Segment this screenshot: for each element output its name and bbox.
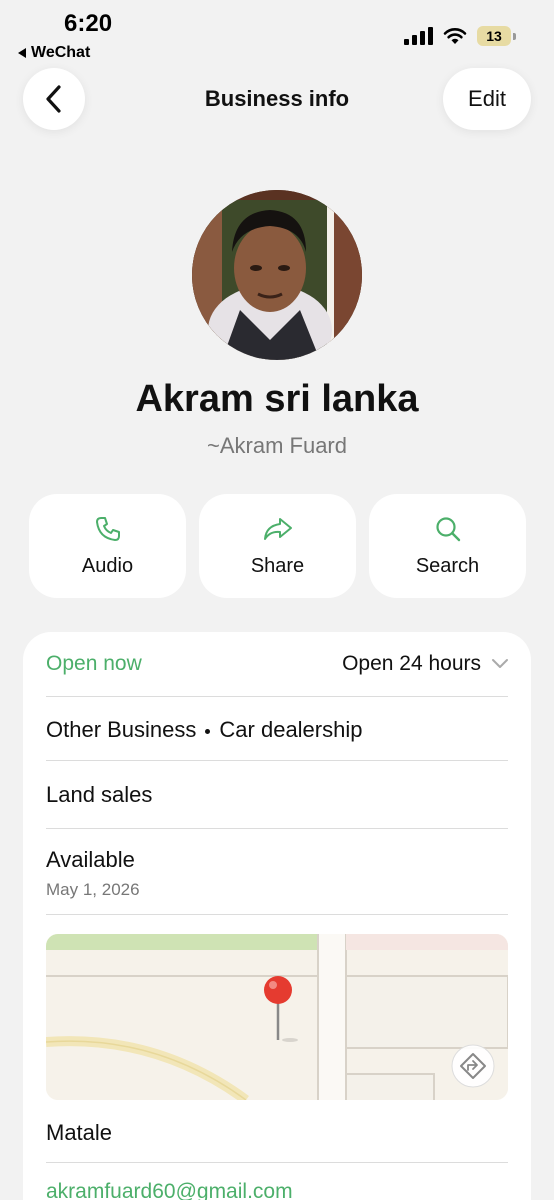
back-triangle-icon — [18, 48, 26, 58]
share-label: Share — [250, 554, 305, 577]
chevron-down-icon — [492, 659, 508, 668]
business-description: Land sales — [46, 782, 153, 807]
profile-nickname: ~Akram Fuard — [207, 433, 347, 458]
status-icons: 13 — [404, 26, 516, 46]
divider — [46, 760, 508, 761]
hours-label: Open 24 hours — [342, 652, 481, 675]
separator-dot-icon — [205, 728, 211, 734]
search-icon — [435, 516, 460, 541]
map-graphic — [46, 934, 508, 1100]
availability-date: May 1, 2026 — [46, 880, 140, 899]
battery-icon: 13 — [477, 26, 516, 46]
profile-photo — [192, 190, 362, 360]
audio-button[interactable]: Audio — [29, 494, 186, 598]
battery-level: 13 — [486, 28, 502, 44]
wifi-icon — [443, 28, 467, 44]
divider — [46, 828, 508, 829]
back-to-app-link[interactable]: WeChat — [18, 44, 90, 62]
category-secondary: Car dealership — [219, 717, 363, 742]
audio-label: Audio — [81, 554, 134, 577]
location-text: Matale — [46, 1120, 113, 1145]
open-status: Open now — [46, 652, 142, 675]
back-app-label: WeChat — [31, 44, 91, 61]
divider — [46, 1162, 508, 1163]
profile-name: Akram sri lanka — [135, 378, 419, 420]
divider — [46, 696, 508, 697]
cellular-signal-icon — [404, 27, 433, 45]
business-category: Other Business Car dealership — [46, 717, 362, 743]
location-map[interactable] — [46, 934, 508, 1100]
search-label: Search — [415, 554, 480, 577]
edit-button[interactable]: Edit — [443, 68, 531, 130]
divider — [46, 914, 508, 915]
share-arrow-icon — [263, 517, 292, 540]
business-info-card: Open now Open 24 hours Other Business Car… — [23, 632, 531, 1200]
email-link[interactable]: akramfuard60@gmail.com — [46, 1180, 293, 1200]
search-button[interactable]: Search — [369, 494, 526, 598]
phone-icon — [95, 516, 120, 541]
share-button[interactable]: Share — [199, 494, 356, 598]
status-time: 6:20 — [64, 10, 113, 37]
availability-label: Available — [46, 847, 135, 872]
hours-dropdown[interactable]: Open 24 hours — [342, 652, 509, 676]
category-primary: Other Business — [46, 717, 197, 742]
action-buttons: Audio Share Search — [29, 494, 526, 598]
avatar[interactable] — [192, 190, 362, 360]
